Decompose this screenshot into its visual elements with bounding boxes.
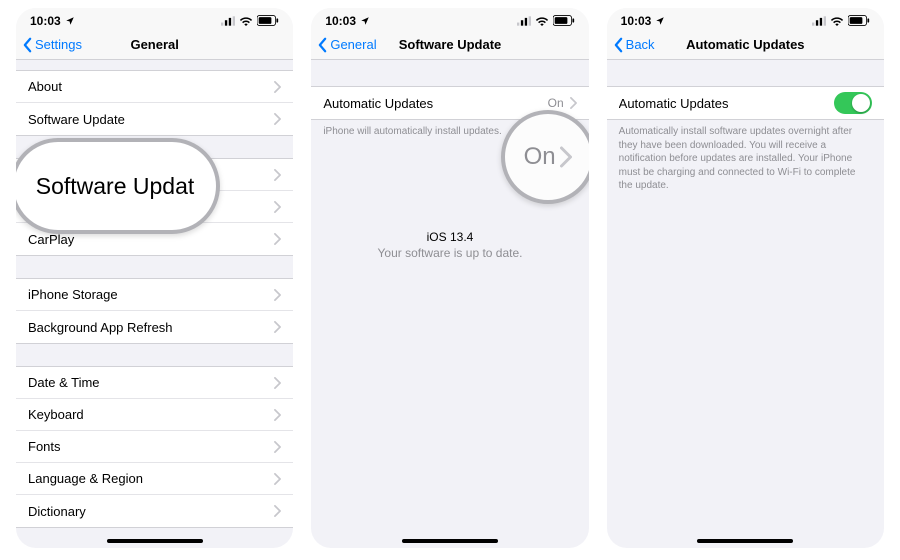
battery-icon <box>848 15 870 26</box>
chevron-right-icon <box>274 473 281 485</box>
chevron-right-icon <box>274 81 281 93</box>
status-message: Your software is up to date. <box>311 245 588 262</box>
status-bar: 10:03 <box>16 8 293 30</box>
chevron-right-icon <box>274 321 281 333</box>
row-label: Dictionary <box>28 504 274 519</box>
row-label: Automatic Updates <box>619 96 834 111</box>
row-label: Software Update <box>28 112 274 127</box>
row-fonts[interactable]: Fonts <box>16 431 293 463</box>
signal-icon <box>517 16 531 26</box>
location-icon <box>360 16 370 26</box>
group-toggle: Automatic Updates <box>607 86 884 120</box>
chevron-right-icon <box>274 441 281 453</box>
group-footer: Automatically install software updates o… <box>607 120 884 193</box>
nav-header: Back Automatic Updates <box>607 30 884 60</box>
phone-general-settings: 10:03 Settings General Software Updat Ab… <box>16 8 293 548</box>
status-time: 10:03 <box>30 14 61 28</box>
phone-automatic-updates: 10:03 Back Automatic Updates Automatic U… <box>607 8 884 548</box>
row-detail: On <box>548 96 564 110</box>
row-label: Background App Refresh <box>28 320 274 335</box>
back-button[interactable]: Back <box>607 37 655 53</box>
nav-header: General Software Update <box>311 30 588 60</box>
group-about: About Software Update <box>16 70 293 136</box>
chevron-right-icon <box>560 146 572 168</box>
back-label: General <box>330 37 376 52</box>
battery-icon <box>553 15 575 26</box>
content: Automatic Updates Automatically install … <box>607 60 884 548</box>
back-button[interactable]: General <box>311 37 376 53</box>
row-keyboard[interactable]: Keyboard <box>16 399 293 431</box>
status-bar: 10:03 <box>311 8 588 30</box>
back-label: Settings <box>35 37 82 52</box>
chevron-right-icon <box>274 113 281 125</box>
row-date-time[interactable]: Date & Time <box>16 367 293 399</box>
content: Software Updat About Software Update Air… <box>16 60 293 548</box>
wifi-icon <box>239 16 253 26</box>
row-label: Fonts <box>28 439 274 454</box>
battery-icon <box>257 15 279 26</box>
signal-icon <box>812 16 826 26</box>
row-language-region[interactable]: Language & Region <box>16 463 293 495</box>
row-label: Automatic Updates <box>323 96 547 111</box>
row-label: Language & Region <box>28 471 274 486</box>
nav-header: Settings General <box>16 30 293 60</box>
chevron-right-icon <box>570 97 577 109</box>
update-status: iOS 13.4 Your software is up to date. <box>311 229 588 263</box>
content: On Automatic Updates On iPhone will auto… <box>311 60 588 548</box>
callout-on: On <box>501 110 589 204</box>
row-iphone-storage[interactable]: iPhone Storage <box>16 279 293 311</box>
wifi-icon <box>535 16 549 26</box>
row-dictionary[interactable]: Dictionary <box>16 495 293 527</box>
signal-icon <box>221 16 235 26</box>
back-button[interactable]: Settings <box>16 37 82 53</box>
toggle-automatic-updates[interactable] <box>834 92 872 114</box>
phone-software-update: 10:03 General Software Update On Automat… <box>311 8 588 548</box>
chevron-right-icon <box>274 289 281 301</box>
row-about[interactable]: About <box>16 71 293 103</box>
location-icon <box>655 16 665 26</box>
chevron-right-icon <box>274 409 281 421</box>
row-label: Keyboard <box>28 407 274 422</box>
callout-text: Software Updat <box>36 173 195 200</box>
group-storage: iPhone Storage Background App Refresh <box>16 278 293 344</box>
status-time: 10:03 <box>325 14 356 28</box>
chevron-left-icon <box>317 37 328 53</box>
chevron-right-icon <box>274 377 281 389</box>
chevron-right-icon <box>274 505 281 517</box>
row-label: iPhone Storage <box>28 287 274 302</box>
chevron-right-icon <box>274 201 281 213</box>
group-locale: Date & Time Keyboard Fonts Language & Re… <box>16 366 293 528</box>
callout-on-text: On <box>524 143 556 171</box>
home-indicator[interactable] <box>402 539 498 543</box>
chevron-left-icon <box>613 37 624 53</box>
home-indicator[interactable] <box>107 539 203 543</box>
callout-software-update: Software Updat <box>16 138 220 234</box>
chevron-left-icon <box>22 37 33 53</box>
chevron-right-icon <box>274 169 281 181</box>
ios-version: iOS 13.4 <box>311 229 588 246</box>
row-software-update[interactable]: Software Update <box>16 103 293 135</box>
row-label: Date & Time <box>28 375 274 390</box>
wifi-icon <box>830 16 844 26</box>
row-background-refresh[interactable]: Background App Refresh <box>16 311 293 343</box>
back-label: Back <box>626 37 655 52</box>
row-label: About <box>28 79 274 94</box>
home-indicator[interactable] <box>697 539 793 543</box>
chevron-right-icon <box>274 233 281 245</box>
location-icon <box>65 16 75 26</box>
status-time: 10:03 <box>621 14 652 28</box>
row-automatic-updates-toggle[interactable]: Automatic Updates <box>607 87 884 119</box>
status-bar: 10:03 <box>607 8 884 30</box>
